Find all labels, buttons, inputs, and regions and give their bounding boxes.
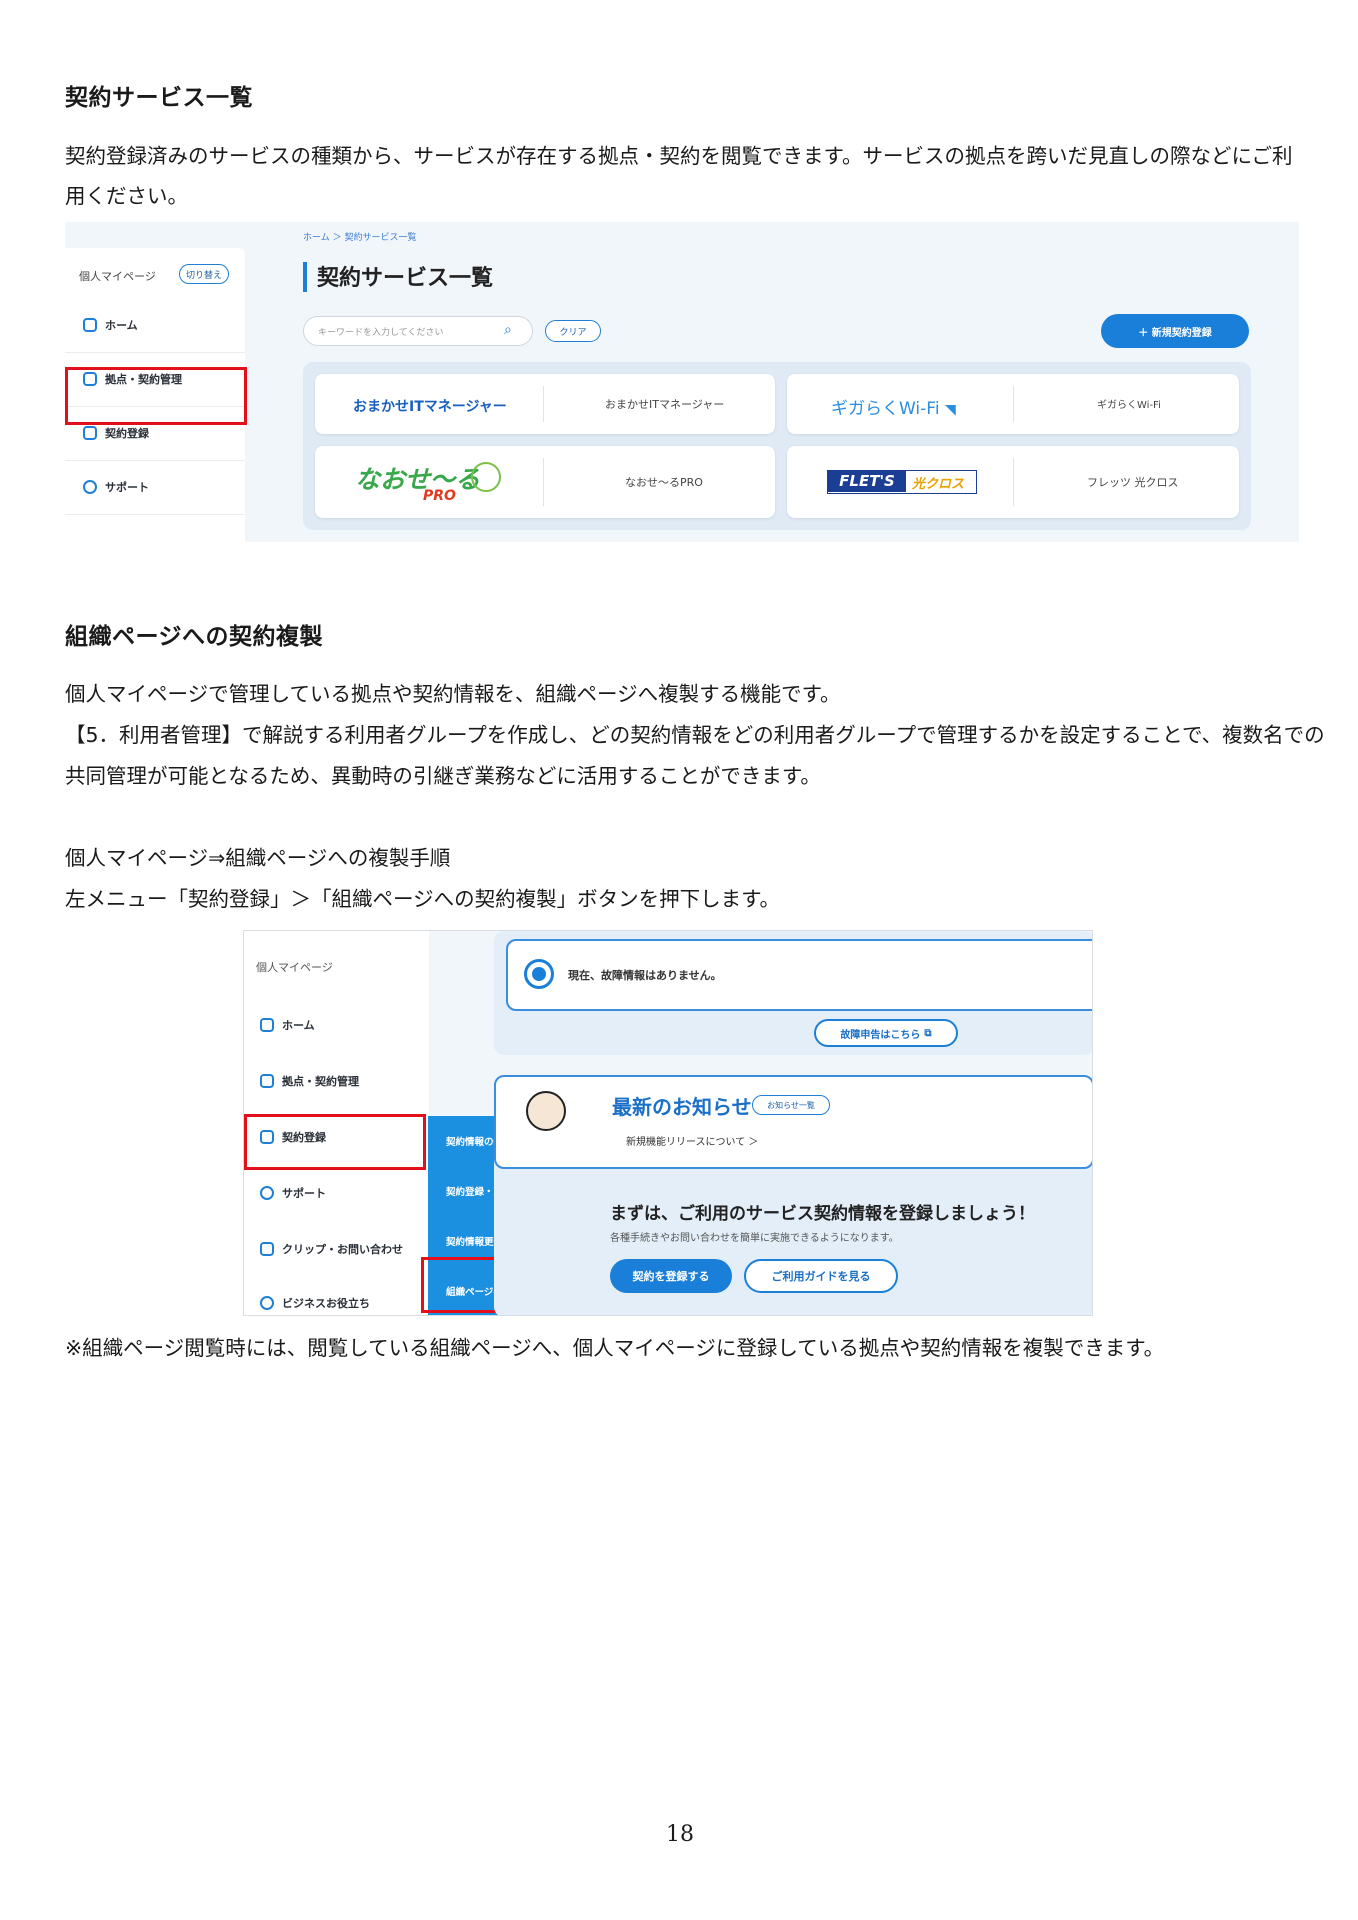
sidebar-item-home[interactable]: ホーム xyxy=(244,1017,429,1033)
service-name: フレッツ 光クロス xyxy=(1087,476,1179,489)
search-input[interactable]: キーワードを入力してください ⌕ xyxy=(303,316,533,346)
bulb-icon xyxy=(260,1296,274,1310)
register-subtext: 各種手続きやお問い合わせを簡単に実施できるようになります。 xyxy=(610,1233,899,1244)
wifi-icon: ◥ xyxy=(944,402,956,418)
section1-paragraph-line1: 契約登録済みのサービスの種類から、サービスが存在する拠点・契約を閲覧できます。サ… xyxy=(65,144,1293,168)
search-icon: ⌕ xyxy=(504,322,512,338)
register-icon xyxy=(83,426,97,440)
sidebar-item-clip[interactable]: クリップ・お問い合わせ xyxy=(244,1241,429,1257)
sidebar-item-locations[interactable]: 拠点・契約管理 xyxy=(244,1073,429,1089)
sidebar-title: 個人マイページ xyxy=(79,270,156,283)
logo-emblem-icon xyxy=(471,462,501,492)
page-title: 契約サービス一覧 xyxy=(317,266,494,291)
service-logo: なおせ～る xyxy=(355,465,481,494)
section2-paragraph-line2: 【5．利用者管理】で解説する利用者グループを作成し、どの契約情報をどの利用者グル… xyxy=(65,723,1325,747)
service-logo: おまかせITマネージャー xyxy=(353,399,507,415)
home-icon xyxy=(260,1018,274,1032)
section2-paragraph-line3: 共同管理が可能となるため、異動時の引継ぎ業務などに活用することができます。 xyxy=(65,764,821,788)
news-list-button[interactable]: お知らせ一覧 xyxy=(752,1095,830,1115)
highlight-box xyxy=(244,1114,426,1170)
contract-copy-screenshot: 個人マイページ ホーム 拠点・契約管理 契約登録 サポート クリップ・お問い合わ… xyxy=(243,930,1093,1316)
service-logo: ギガらくWi-Fi ◥ xyxy=(831,399,956,419)
home-icon xyxy=(83,318,97,332)
external-link-icon: ⧉ xyxy=(924,1027,932,1039)
building-icon xyxy=(260,1074,274,1088)
register-heading: まずは、ご利用のサービス契約情報を登録しましょう！ xyxy=(610,1204,1035,1224)
status-text: 現在、故障情報はありません。 xyxy=(568,969,722,982)
sidebar-title: 個人マイページ xyxy=(256,961,333,974)
steps-title: 個人マイページ⇒組織ページへの複製手順 xyxy=(65,846,451,870)
steps-text: 左メニュー「契約登録」＞「組織ページへの契約複製」ボタンを押下します。 xyxy=(65,887,781,911)
switch-button[interactable]: 切り替え xyxy=(179,264,229,284)
section1-paragraph-line2: 用ください。 xyxy=(65,184,188,208)
section2-paragraph-line1: 個人マイページで管理している拠点や契約情報を、組織ページへ複製する機能です。 xyxy=(65,682,841,706)
title-accent-bar xyxy=(303,262,307,292)
sidebar-item-business[interactable]: ビジネスお役立ち xyxy=(244,1295,429,1311)
service-name: おまかせITマネージャー xyxy=(605,398,725,411)
avatar xyxy=(526,1091,566,1131)
sidebar-item-support[interactable]: サポート xyxy=(65,460,245,515)
service-card[interactable]: ギガらくWi-Fi ◥ ギガらくWi-Fi xyxy=(787,374,1239,434)
service-name: なおせ～るPRO xyxy=(625,476,703,489)
news-title: 最新のお知らせ xyxy=(612,1095,752,1119)
section-heading-contract-list: 契約サービス一覧 xyxy=(65,85,253,111)
support-icon xyxy=(83,480,97,494)
support-icon xyxy=(260,1186,274,1200)
service-logo-sub: PRO xyxy=(423,488,456,504)
news-panel: 最新のお知らせ お知らせ一覧 新規機能リリースについて ＞ まずは、ご利用のサー… xyxy=(494,1075,1092,1315)
sidebar-item-home[interactable]: ホーム xyxy=(65,298,245,353)
news-item-link[interactable]: 新規機能リリースについて ＞ xyxy=(626,1133,758,1148)
sidebar-item-support[interactable]: サポート xyxy=(244,1185,429,1201)
new-contract-button[interactable]: ＋ 新規契約登録 xyxy=(1101,314,1249,348)
guide-button[interactable]: ご利用ガイドを見る xyxy=(744,1259,898,1293)
status-panel: 現在、故障情報はありません。 故障申告はこちら ⧉ xyxy=(494,931,1092,1055)
clear-button[interactable]: クリア xyxy=(545,320,601,342)
breadcrumb[interactable]: ホーム ＞ 契約サービス一覧 xyxy=(303,230,416,243)
footnote: ※組織ページ閲覧時には、閲覧している組織ページへ、個人マイページに登録している拠… xyxy=(65,1336,1165,1360)
register-contract-button[interactable]: 契約を登録する xyxy=(610,1259,732,1293)
fault-report-button[interactable]: 故障申告はこちら ⧉ xyxy=(814,1019,958,1047)
status-icon xyxy=(524,959,554,989)
service-card[interactable]: おまかせITマネージャー おまかせITマネージャー xyxy=(315,374,775,434)
section-heading-contract-copy: 組織ページへの契約複製 xyxy=(65,624,324,650)
service-grid: おまかせITマネージャー おまかせITマネージャー ギガらくWi-Fi ◥ ギガ… xyxy=(303,362,1251,530)
service-logo: FLET'S 光クロス xyxy=(827,470,977,494)
clip-icon xyxy=(260,1242,274,1256)
service-name: ギガらくWi-Fi xyxy=(1097,400,1161,411)
service-card[interactable]: FLET'S 光クロス フレッツ 光クロス xyxy=(787,446,1239,518)
page-number: 18 xyxy=(666,1822,694,1847)
service-card[interactable]: なおせ～る PRO なおせ～るPRO xyxy=(315,446,775,518)
contract-list-screenshot: ホーム ＞ 契約サービス一覧 個人マイページ 切り替え ホーム 拠点・契約管理 … xyxy=(65,222,1299,542)
highlight-box xyxy=(65,367,247,425)
